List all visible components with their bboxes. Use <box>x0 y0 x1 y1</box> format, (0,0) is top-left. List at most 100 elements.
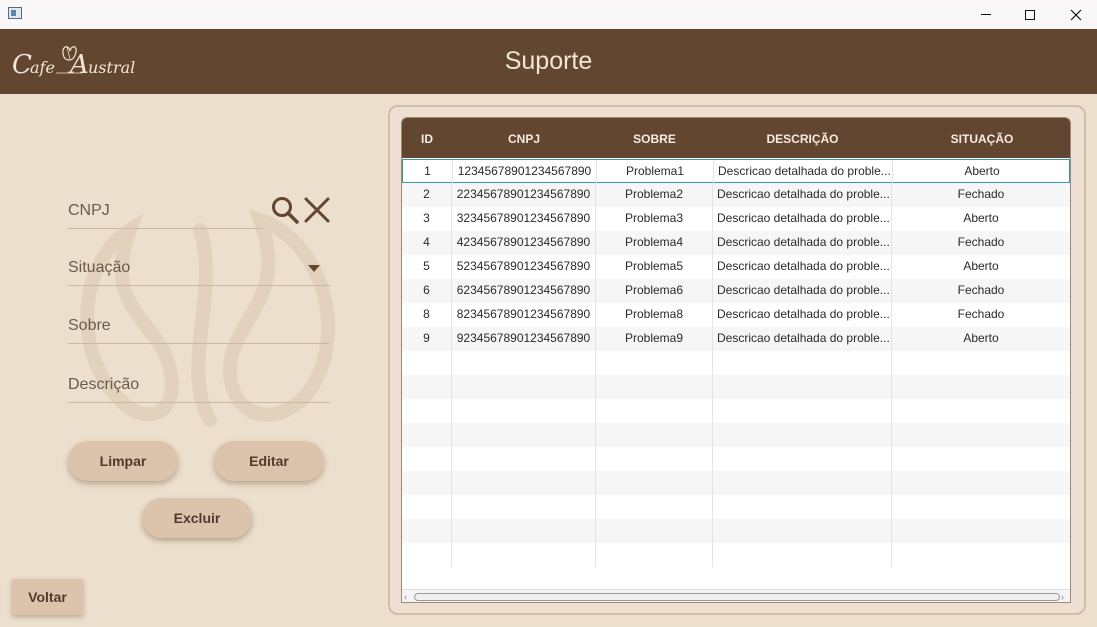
table-cell <box>892 351 1070 375</box>
table-row[interactable] <box>402 351 1070 375</box>
scrollbar-thumb[interactable] <box>414 593 1060 601</box>
table-cell: Problema9 <box>596 327 713 351</box>
table-cell <box>452 351 596 375</box>
table-cell: 22345678901234567890 <box>452 183 596 207</box>
table-cell <box>452 375 596 399</box>
table-cell <box>596 495 713 519</box>
table-row[interactable]: 1 12345678901234567890 Problema1 Descricao … <box>402 159 1070 184</box>
table-cell <box>452 423 596 447</box>
maximize-button[interactable] <box>1007 0 1053 29</box>
search-icon <box>272 197 299 224</box>
table-cell: Problema5 <box>596 255 713 279</box>
scroll-left-icon[interactable]: ‹ <box>404 592 407 602</box>
minimize-icon <box>981 14 991 15</box>
table-cell <box>892 423 1070 447</box>
table-cell <box>402 519 452 543</box>
table-cell <box>596 399 713 423</box>
horizontal-scrollbar[interactable]: ‹ › <box>402 589 1070 602</box>
table-cell: 82345678901234567890 <box>452 303 596 327</box>
table-cell: Problema4 <box>596 231 713 255</box>
cnpj-input[interactable]: CNPJ <box>68 195 263 229</box>
table-cell <box>713 519 892 543</box>
column-header-id[interactable]: ID <box>402 118 452 158</box>
table-cell <box>452 495 596 519</box>
scroll-right-icon[interactable]: › <box>1061 592 1064 602</box>
close-icon <box>1070 9 1082 20</box>
support-table[interactable]: ID CNPJ SOBRE DESCRIÇÃO SITUAÇÃO 1 123456… <box>401 117 1071 603</box>
table-row[interactable]: 8 82345678901234567890 Problema8 Descricao … <box>402 303 1070 327</box>
table-cell: 32345678901234567890 <box>452 207 596 231</box>
app-icon <box>8 7 22 19</box>
table-row[interactable] <box>402 543 1070 567</box>
table-cell <box>402 543 452 567</box>
table-cell <box>892 519 1070 543</box>
limpar-button[interactable]: Limpar <box>68 441 178 481</box>
table-cell <box>713 399 892 423</box>
maximize-icon <box>1025 9 1035 20</box>
table-cell <box>596 447 713 471</box>
editar-button[interactable]: Editar <box>214 441 324 481</box>
table-cell: 4 <box>402 231 452 255</box>
table-row[interactable] <box>402 471 1070 495</box>
table-cell <box>596 471 713 495</box>
table-cell <box>402 471 452 495</box>
table-cell: Problema3 <box>596 207 713 231</box>
table-cell: Descricao detalhada do proble... <box>713 231 892 255</box>
table-cell: Problema2 <box>596 183 713 207</box>
close-icon <box>304 197 330 223</box>
table-cell <box>892 543 1070 567</box>
table-row[interactable] <box>402 447 1070 471</box>
table-cell <box>402 351 452 375</box>
minimize-button[interactable] <box>963 0 1009 29</box>
table-cell <box>452 543 596 567</box>
search-button[interactable] <box>270 195 300 225</box>
table-cell <box>402 399 452 423</box>
table-row[interactable] <box>402 519 1070 543</box>
table-row[interactable] <box>402 399 1070 423</box>
table-cell <box>713 375 892 399</box>
close-window-button[interactable] <box>1053 0 1097 29</box>
table-row[interactable]: 4 42345678901234567890 Problema4 Descricao … <box>402 231 1070 255</box>
table-row[interactable]: 3 32345678901234567890 Problema3 Descricao … <box>402 207 1070 231</box>
table-row[interactable] <box>402 423 1070 447</box>
column-header-situacao[interactable]: SITUAÇÃO <box>892 118 1070 158</box>
table-row[interactable]: 9 92345678901234567890 Problema9 Descricao … <box>402 327 1070 351</box>
table-cell: Aberto <box>963 211 999 225</box>
table-cell <box>596 519 713 543</box>
table-cell: 3 <box>402 207 452 231</box>
column-header-descricao[interactable]: DESCRIÇÃO <box>713 118 892 158</box>
table-header: ID CNPJ SOBRE DESCRIÇÃO SITUAÇÃO <box>402 118 1070 158</box>
table-cell <box>713 447 892 471</box>
situacao-select[interactable]: Situação <box>68 252 330 286</box>
table-cell: Descricao detalhada do proble... <box>713 183 892 207</box>
excluir-button[interactable]: Excluir <box>142 498 252 538</box>
table-row[interactable]: 2 22345678901234567890 Problema2 Descricao … <box>402 183 1070 207</box>
descricao-input[interactable]: Descrição <box>68 369 330 403</box>
table-cell: Descricao detalhada do proble... <box>714 160 893 184</box>
table-cell <box>596 543 713 567</box>
voltar-button[interactable]: Voltar <box>12 579 83 615</box>
table-cell <box>596 351 713 375</box>
table-cell: 8 <box>402 303 452 327</box>
table-cell <box>892 399 1070 423</box>
clear-search-button[interactable] <box>302 195 332 225</box>
sobre-input[interactable]: Sobre <box>68 310 330 344</box>
table-cell <box>402 423 452 447</box>
chevron-down-icon[interactable] <box>308 265 320 272</box>
situacao-placeholder: Situação <box>68 259 131 276</box>
table-cell: Fechado <box>957 307 1005 321</box>
table-cell: 92345678901234567890 <box>452 327 596 351</box>
table-row[interactable] <box>402 375 1070 399</box>
table-cell <box>452 447 596 471</box>
table-cell: 62345678901234567890 <box>452 279 596 303</box>
table-row[interactable]: 6 62345678901234567890 Problema6 Descricao … <box>402 279 1070 303</box>
table-cell: Descricao detalhada do proble... <box>713 255 892 279</box>
page-title: Suporte <box>504 47 593 75</box>
table-cell <box>402 447 452 471</box>
column-header-cnpj[interactable]: CNPJ <box>452 118 596 158</box>
table-cell: Aberto <box>963 259 999 273</box>
table-row[interactable] <box>402 495 1070 519</box>
column-header-sobre[interactable]: SOBRE <box>596 118 713 158</box>
table-row[interactable]: 5 52345678901234567890 Problema5 Descricao … <box>402 255 1070 279</box>
table-cell: Descricao detalhada do proble... <box>713 279 892 303</box>
